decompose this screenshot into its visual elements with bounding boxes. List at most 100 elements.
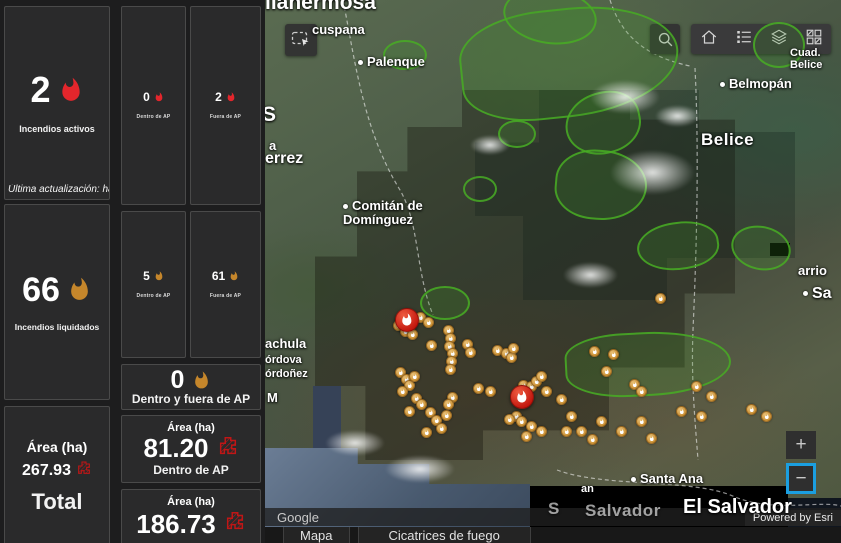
place-dot — [631, 477, 636, 483]
liquidated-fire-marker[interactable] — [616, 426, 627, 437]
fire-icon — [154, 92, 164, 102]
liquidated-fire-marker[interactable] — [485, 386, 496, 397]
liquidated-fires-label: Incendios liquidados — [14, 321, 100, 332]
liquidated-fire-marker[interactable] — [556, 394, 567, 405]
map-label: cuspana — [312, 22, 365, 37]
map-label: órdova — [265, 354, 302, 366]
active-inside-ap-card: 0 Dentro de AP — [121, 6, 186, 205]
active-fires-card: 2 Incendios activos Última actualización… — [4, 6, 110, 200]
cloud — [563, 262, 618, 288]
liquidated-fire-marker[interactable] — [465, 347, 476, 358]
fire-icon — [229, 271, 239, 281]
active-fire-marker[interactable] — [510, 385, 534, 409]
liquidated-fire-marker[interactable] — [566, 411, 577, 422]
place-dot — [358, 60, 363, 66]
map-panel: + − Google Powered by Esri llahermosa cus… — [265, 0, 841, 543]
active-inside-label: Dentro de AP — [136, 114, 171, 120]
map-label: Salvador — [585, 501, 661, 520]
area-inside-ap-card: Área (ha) 81.20 Dentro de AP — [121, 415, 261, 483]
cloud — [610, 150, 695, 195]
active-outside-value: 2 — [215, 90, 222, 104]
active-outside-label: Fuera de AP — [209, 114, 242, 120]
view-tabbar: Mapa Cicatrices de fuego — [265, 527, 841, 543]
liquidated-fire-marker[interactable] — [473, 383, 484, 394]
liquidated-fire-marker[interactable] — [426, 340, 437, 351]
cloud — [590, 80, 660, 114]
liquidated-fire-marker[interactable] — [576, 426, 587, 437]
liquidated-fire-marker[interactable] — [443, 399, 454, 410]
liquidated-fire-marker[interactable] — [441, 410, 452, 421]
liquidated-fire-marker[interactable] — [596, 416, 607, 427]
liquidated-fire-marker[interactable] — [636, 386, 647, 397]
area-outside-ap-card: Área (ha) 186.73 — [121, 489, 261, 543]
liquidated-fire-marker[interactable] — [587, 434, 598, 445]
liquidated-fire-marker[interactable] — [746, 404, 757, 415]
liquidated-fire-marker[interactable] — [761, 411, 772, 422]
burn-scar-icon — [224, 510, 246, 537]
liquidated-fire-marker[interactable] — [421, 427, 432, 438]
liq-inside-label: Dentro de AP — [136, 293, 171, 299]
liquidated-fire-marker[interactable] — [536, 426, 547, 437]
liquidated-fire-marker[interactable] — [504, 414, 515, 425]
liquidated-fire-marker[interactable] — [541, 386, 552, 397]
area-inside-title: Área (ha) — [167, 421, 215, 434]
liquidated-fire-marker[interactable] — [696, 411, 707, 422]
liquidated-fire-marker[interactable] — [404, 406, 415, 417]
area-inside-value: 81.20 — [143, 433, 209, 463]
fire-dashboard: 2 Incendios activos Última actualización… — [0, 0, 841, 543]
inside-outside-ap-card: 0 Dentro y fuera de AP — [121, 364, 261, 410]
home-button[interactable] — [691, 24, 726, 54]
liquidated-fire-marker[interactable] — [706, 391, 717, 402]
map-label: Sa — [803, 285, 832, 303]
map-label: Domínguez — [343, 212, 414, 227]
fire-icon — [226, 92, 236, 102]
liquidated-fire-marker[interactable] — [409, 371, 420, 382]
active-inside-value: 0 — [143, 90, 150, 104]
fire-icon — [154, 271, 164, 281]
map-label: El Salvador — [683, 496, 792, 518]
place-dot — [343, 204, 348, 210]
map-label: arrio — [798, 263, 827, 278]
map-label: llahermosa — [265, 0, 376, 14]
area-total-title: Área (ha) — [26, 439, 88, 455]
protected-area-polygon — [463, 176, 497, 202]
liquidated-fire-marker[interactable] — [601, 366, 612, 377]
liquidated-fire-marker[interactable] — [691, 381, 702, 392]
burn-scar-icon — [217, 435, 239, 462]
fire-icon — [192, 371, 211, 390]
area-total-card: Área (ha) 267.93 Total — [4, 406, 110, 543]
map-label: M — [267, 390, 278, 405]
zoom-out-button[interactable]: − — [786, 463, 816, 494]
liq-outside-ap-card: 61 Fuera de AP — [190, 211, 261, 358]
liquidated-fire-marker[interactable] — [436, 423, 447, 434]
liquidated-fire-marker[interactable] — [445, 364, 456, 375]
active-fires-value: 2 — [30, 69, 51, 110]
area-total-label: Total — [31, 489, 83, 514]
fire-icon — [67, 277, 92, 302]
liquidated-fire-marker[interactable] — [646, 433, 657, 444]
liquidated-fire-marker[interactable] — [397, 386, 408, 397]
tab-mapa[interactable]: Mapa — [283, 527, 350, 543]
cloud — [325, 430, 385, 456]
liquidated-fire-marker[interactable] — [508, 343, 519, 354]
area-outside-value: 186.73 — [136, 508, 216, 539]
tab-cicatrices-de-fuego[interactable]: Cicatrices de fuego — [357, 527, 531, 543]
map-label: órdoñez — [265, 368, 308, 380]
liquidated-fire-marker[interactable] — [589, 346, 600, 357]
fire-icon — [58, 77, 84, 103]
liquidated-fire-marker[interactable] — [608, 349, 619, 360]
liquidated-fire-marker[interactable] — [423, 317, 434, 328]
liquidated-fire-marker[interactable] — [676, 406, 687, 417]
map-canvas[interactable]: + − Google Powered by Esri llahermosa cus… — [265, 0, 841, 527]
liquidated-fire-marker[interactable] — [536, 371, 547, 382]
liquidated-fire-marker[interactable] — [655, 293, 666, 304]
map-label: Comitán de — [343, 198, 423, 213]
liquidated-fire-marker[interactable] — [561, 426, 572, 437]
last-update-text: Última actualización: ha — [8, 184, 109, 195]
liquidated-fire-marker[interactable] — [521, 431, 532, 442]
inside-outside-label: Dentro y fuera de AP — [131, 392, 251, 406]
zoom-in-button[interactable]: + — [786, 431, 816, 459]
map-label: Belice — [701, 130, 755, 149]
liquidated-fire-marker[interactable] — [636, 416, 647, 427]
active-fire-marker[interactable] — [395, 308, 419, 332]
